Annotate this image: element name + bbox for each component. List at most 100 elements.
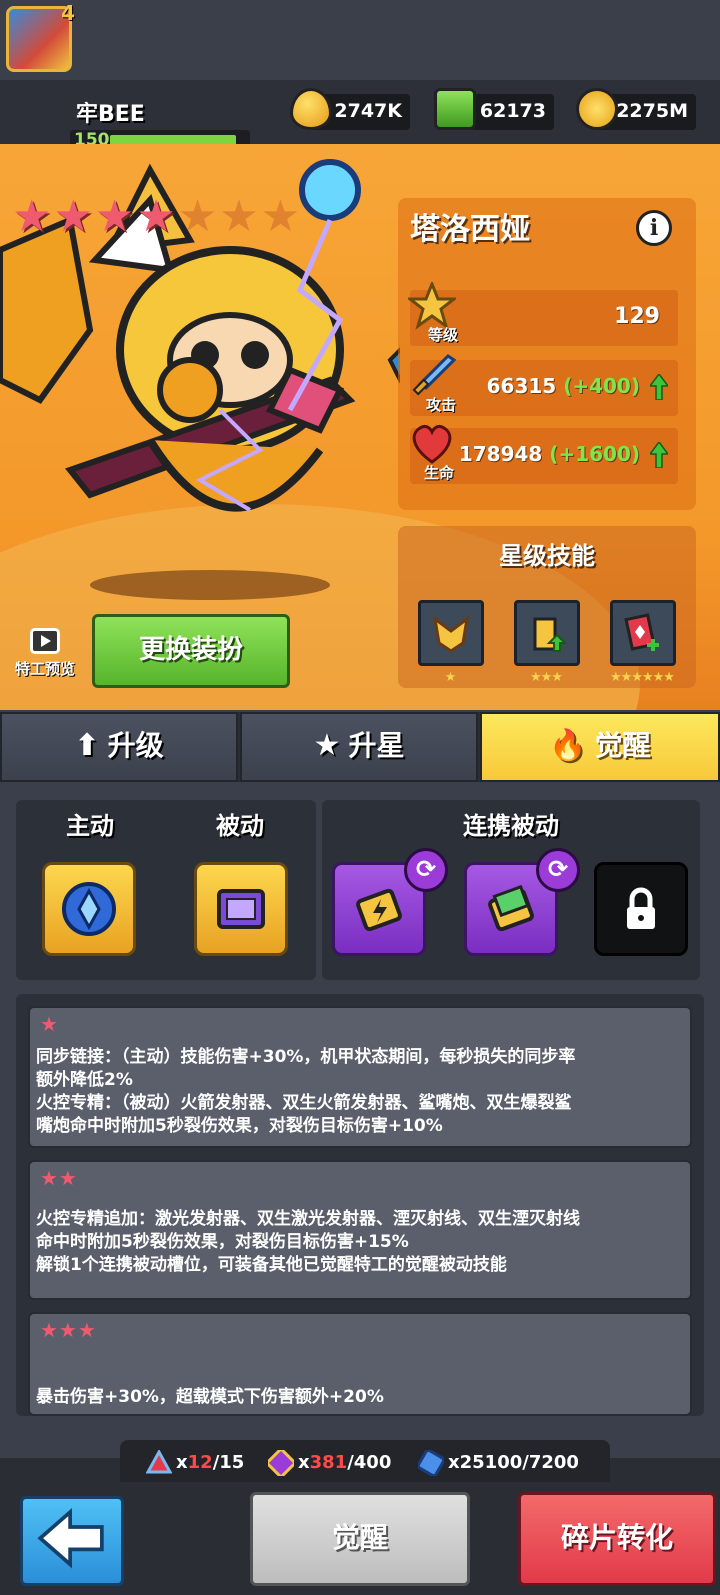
- counter-prefix: x: [298, 1452, 310, 1473]
- sword-icon: [412, 354, 456, 396]
- stat-attack-label: 攻击: [426, 396, 457, 414]
- tier-3-stars: ★★★: [40, 1318, 97, 1342]
- counter-red-triangle: x12/15: [146, 1450, 244, 1476]
- tier-2-description: ★★ 火控专精追加：激光发射器、双生激光发射器、湮灭射线、双生湮灭射线 命中时附…: [28, 1160, 692, 1300]
- star-skill-slot-2[interactable]: [514, 600, 580, 666]
- shard-convert-button[interactable]: 碎片转化: [518, 1492, 716, 1586]
- counter-total: /15: [212, 1452, 245, 1473]
- star-skill-slot-1[interactable]: [418, 600, 484, 666]
- lock-icon: [627, 887, 655, 929]
- resource-gem[interactable]: 62173: [434, 88, 554, 130]
- stat-health-label: 生命: [424, 464, 455, 482]
- empty-star-icon: ★: [260, 191, 301, 242]
- up-arrow-tab-icon: ⬆: [74, 728, 100, 763]
- tier-1-line: 同步链接：（主动）技能伤害+30%，机甲状态期间，每秒损失的同步率: [36, 1047, 576, 1067]
- star-skill-1-stars: ★: [444, 670, 457, 685]
- green-battery-icon: [488, 884, 534, 932]
- passive-skill-header: 被动: [216, 812, 264, 840]
- tab-awaken[interactable]: 🔥 觉醒: [480, 712, 720, 782]
- counter-dna-chip: x381/400: [268, 1450, 391, 1476]
- agent-preview-label: 特工预览: [14, 660, 75, 678]
- hero-name: 塔洛西娅: [410, 212, 530, 247]
- stat-level-row: 等级 129: [408, 282, 678, 346]
- awaken-button[interactable]: 觉醒: [250, 1492, 470, 1586]
- tab-star-up[interactable]: ★ 升星: [240, 712, 478, 782]
- tier-2-text: 火控专精追加：激光发射器、双生激光发射器、湮灭射线、双生湮灭射线 命中时附加5秒…: [36, 1208, 580, 1277]
- tier-1-text: 同步链接：（主动）技能伤害+30%，机甲状态期间，每秒损失的同步率 额外降低2%…: [36, 1046, 575, 1138]
- active-skill-header: 主动: [66, 812, 114, 840]
- tier-1-line: 火控专精：（被动）火箭发射器、双生火箭发射器、鲨嘴炮、双生爆裂鲨: [36, 1093, 572, 1113]
- star-skill-slot-3[interactable]: [610, 600, 676, 666]
- stat-health-row: 生命 178948 (+1600): [410, 424, 678, 484]
- back-arrow-icon: [37, 1507, 104, 1569]
- counter-current: 25100: [459, 1452, 523, 1473]
- gold-value: 2747K: [334, 100, 402, 122]
- gold-coin-icon: [576, 88, 618, 130]
- stat-level-value: 129: [614, 304, 660, 329]
- stat-health-value: 178948 (+1600): [459, 442, 640, 466]
- counter-total: /400: [347, 1452, 392, 1473]
- tier-1-description: ★ 同步链接：（主动）技能伤害+30%，机甲状态期间，每秒损失的同步率 额外降低…: [28, 1006, 692, 1148]
- resource-coin[interactable]: 2275M: [576, 88, 696, 130]
- linked-passive-header: 连携被动: [463, 812, 559, 840]
- tab-star-up-label: 升星: [348, 729, 405, 762]
- gold-helmet-icon: [432, 615, 470, 653]
- dna-chip-icon: [268, 1450, 294, 1476]
- star-tab-icon: ★: [313, 728, 341, 763]
- blue-puzzle-icon: [418, 1450, 444, 1476]
- red-card-plus-icon: [624, 613, 659, 651]
- tier-1-line: 额外降低2%: [36, 1070, 133, 1090]
- change-costume-button[interactable]: 更换装扮: [92, 614, 290, 688]
- active-skill-slot[interactable]: [42, 862, 136, 956]
- tab-upgrade[interactable]: ⬆ 升级: [0, 712, 238, 782]
- hero-shadow: [90, 570, 330, 600]
- tier-2-line: 命中时附加5秒裂伤效果，对裂伤目标伤害+15%: [36, 1232, 409, 1252]
- tier-3-text: 暴击伤害+30%，超载模式下伤害额外+20%: [36, 1386, 384, 1409]
- swap-icon[interactable]: ⟳: [404, 848, 448, 892]
- blue-crystal-orb-icon: [62, 882, 116, 936]
- counter-total: /7200: [522, 1452, 579, 1473]
- star-icon: ★: [53, 191, 93, 242]
- up-arrow-icon: [650, 374, 668, 400]
- player-name: 牢BEE: [76, 102, 145, 127]
- counter-current: 12: [187, 1452, 213, 1473]
- tier-3-description: ★★★ 暴击伤害+30%，超载模式下伤害额外+20%: [28, 1312, 692, 1416]
- info-icon[interactable]: i: [636, 210, 672, 246]
- battery-icon: [356, 888, 402, 932]
- flame-tab-icon: 🔥: [549, 728, 587, 763]
- tier-2-line: 火控专精追加：激光发射器、双生激光发射器、湮灭射线、双生湮灭射线: [36, 1209, 580, 1229]
- attack-number: 66315: [486, 374, 557, 398]
- stat-attack-row: 攻击 66315 (+400): [410, 354, 678, 416]
- star-icon: ★: [94, 191, 135, 242]
- passive-skill-slot[interactable]: [194, 862, 288, 956]
- health-increase: (+1600): [549, 442, 640, 466]
- resource-gold[interactable]: 2747K: [290, 88, 410, 130]
- purple-chip-icon: [217, 889, 265, 929]
- counter-prefix: x: [448, 1452, 460, 1473]
- locked-skill-slot[interactable]: [594, 862, 688, 956]
- gold-drop-icon: [290, 88, 332, 130]
- stat-level-label: 等级: [428, 326, 459, 344]
- heart-icon: [412, 424, 452, 464]
- counter-blue-puzzle: x25100/7200: [418, 1450, 579, 1476]
- empty-star-icon: ★: [177, 191, 218, 242]
- health-number: 178948: [458, 442, 543, 466]
- tab-awaken-label: 觉醒: [594, 729, 651, 762]
- top-status-area: [0, 0, 720, 80]
- tier-1-line: 嘴炮命中时附加5秒裂伤效果，对裂伤目标伤害+10%: [36, 1116, 443, 1136]
- attack-increase: (+400): [563, 374, 640, 398]
- battery-upgrade-icon: [533, 617, 567, 652]
- avatar-level-badge: 4: [61, 1, 75, 25]
- counter-prefix: x: [176, 1452, 188, 1473]
- tier-2-line: 解锁1个连携被动槽位，可装备其他已觉醒特工的觉醒被动技能: [36, 1255, 507, 1275]
- empty-star-icon: ★: [219, 191, 259, 242]
- hero-star-rating: ★★★★★★★: [12, 195, 302, 239]
- swap-icon[interactable]: ⟳: [536, 848, 580, 892]
- player-avatar[interactable]: 4: [6, 1, 75, 72]
- agent-preview-button[interactable]: 特工预览: [6, 628, 84, 688]
- tab-bar: ⬆ 升级 ★ 升星 🔥 觉醒: [0, 712, 720, 782]
- coin-value: 2275M: [616, 100, 688, 122]
- star-skills-title: 星级技能: [499, 542, 595, 570]
- back-button[interactable]: [20, 1496, 124, 1586]
- star-icon: ★: [12, 191, 52, 242]
